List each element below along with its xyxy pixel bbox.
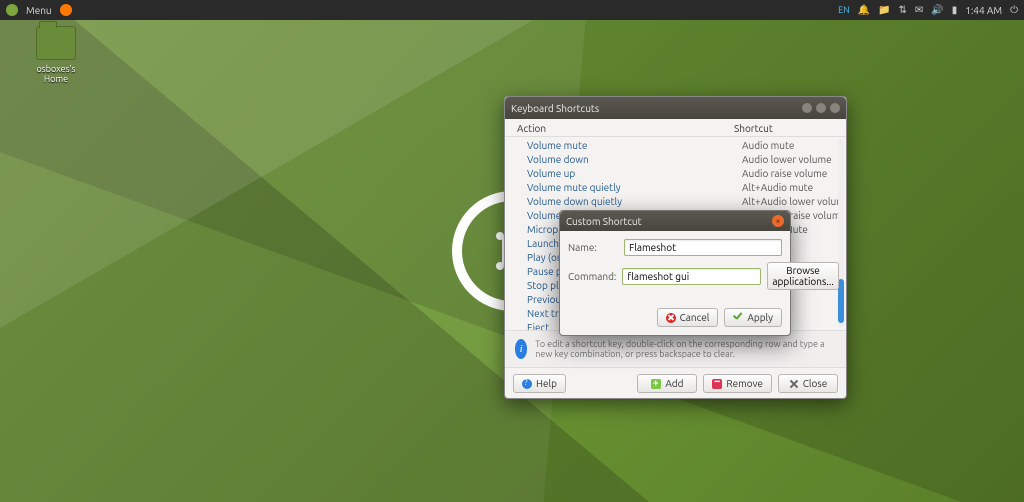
desktop-icon-label: osboxes's Home <box>24 64 88 84</box>
info-icon: i <box>515 339 527 359</box>
distro-menu-icon[interactable] <box>6 4 18 16</box>
apply-button[interactable]: Apply <box>724 308 782 327</box>
minus-icon <box>712 379 722 389</box>
col-shortcut[interactable]: Shortcut <box>734 123 834 134</box>
top-panel: Menu EN 🔔 📁 ⇅ ✉ 🔊 ▮ 1:44 AM ⏻ <box>0 0 1024 20</box>
help-icon <box>522 379 532 389</box>
command-input[interactable] <box>622 268 761 285</box>
maximize-button[interactable] <box>816 103 826 113</box>
dialog-close-button[interactable]: × <box>772 215 784 227</box>
window-titlebar[interactable]: Keyboard Shortcuts <box>505 97 846 119</box>
table-row[interactable]: Volume muteAudio mute <box>505 139 846 153</box>
help-button[interactable]: Help <box>513 374 566 393</box>
command-label: Command: <box>568 271 616 282</box>
folder-icon <box>36 26 76 60</box>
table-row[interactable]: Volume downAudio lower volume <box>505 153 846 167</box>
folder-tray-icon[interactable]: 📁 <box>878 4 890 16</box>
add-button[interactable]: Add <box>637 374 697 393</box>
volume-icon[interactable]: 🔊 <box>931 4 943 16</box>
name-label: Name: <box>568 242 618 253</box>
menu-button[interactable]: Menu <box>26 5 52 16</box>
plus-icon <box>651 379 661 389</box>
network-icon[interactable]: ⇅ <box>898 4 906 16</box>
hint-text: To edit a shortcut key, double-click on … <box>535 339 836 359</box>
name-input[interactable] <box>624 239 782 256</box>
minimize-button[interactable] <box>802 103 812 113</box>
power-icon[interactable]: ⏻ <box>1010 4 1018 16</box>
window-title: Keyboard Shortcuts <box>511 103 599 114</box>
close-window-button[interactable] <box>830 103 840 113</box>
column-headers: Action Shortcut <box>505 119 846 137</box>
cancel-button[interactable]: Cancel <box>657 308 719 327</box>
table-row[interactable]: Volume upAudio raise volume <box>505 167 846 181</box>
keyboard-layout-indicator[interactable]: EN <box>838 5 849 15</box>
scrollbar-thumb[interactable] <box>838 279 844 323</box>
browse-applications-button[interactable]: Browse applications... <box>767 262 838 290</box>
table-row[interactable]: Volume mute quietlyAlt+Audio mute <box>505 181 846 195</box>
dialog-title: Custom Shortcut <box>566 216 642 227</box>
close-icon <box>789 379 799 389</box>
close-button[interactable]: Close <box>778 374 838 393</box>
mail-icon[interactable]: ✉ <box>915 4 923 16</box>
battery-icon[interactable]: ▮ <box>952 4 958 16</box>
cancel-icon <box>666 313 676 323</box>
clock[interactable]: 1:44 AM <box>965 5 1002 16</box>
table-row[interactable]: Volume down quietlyAlt+Audio lower volum <box>505 195 846 209</box>
home-folder-desktop-icon[interactable]: osboxes's Home <box>24 26 88 84</box>
firefox-icon[interactable] <box>60 4 72 16</box>
remove-button[interactable]: Remove <box>703 374 772 393</box>
button-row: Help Add Remove Close <box>505 367 846 399</box>
col-action[interactable]: Action <box>517 123 546 134</box>
apply-icon <box>733 313 743 323</box>
notification-icon[interactable]: 🔔 <box>858 4 870 16</box>
custom-shortcut-dialog: Custom Shortcut × Name: Command: Browse … <box>559 210 791 336</box>
dialog-titlebar[interactable]: Custom Shortcut × <box>560 211 790 231</box>
scrollbar[interactable] <box>838 139 844 328</box>
